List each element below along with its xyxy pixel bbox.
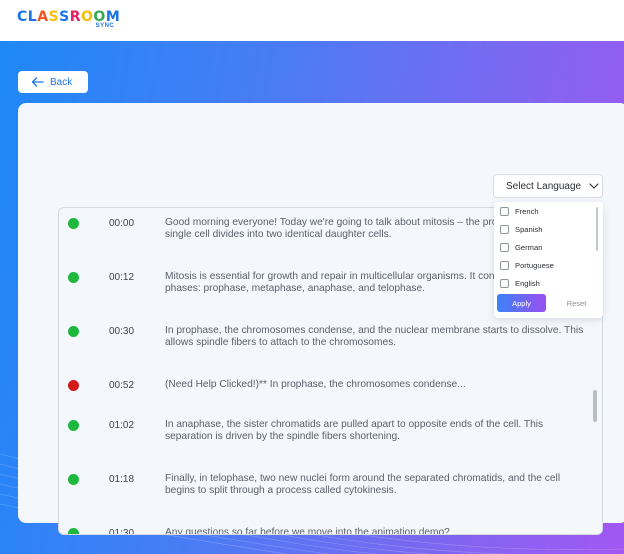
- dropdown-scrollbar[interactable]: [596, 207, 598, 251]
- language-dropdown: French Spanish German Portuguese English…: [494, 202, 603, 318]
- timestamp[interactable]: 00:30: [109, 326, 134, 337]
- transcript-text: Any questions so far before we move into…: [165, 527, 450, 535]
- language-option-german[interactable]: German: [500, 240, 542, 254]
- transcript-text: In prophase, the chromosomes condense, a…: [165, 325, 584, 348]
- language-option-english[interactable]: English: [500, 276, 540, 290]
- timestamp[interactable]: 01:02: [109, 420, 134, 431]
- transcript-scrollbar[interactable]: [593, 390, 597, 422]
- timestamp[interactable]: 01:18: [109, 474, 134, 485]
- logo-letter: L: [27, 9, 38, 25]
- option-label: Spanish: [515, 224, 543, 234]
- transcript-text: Finally, in telophase, two new nuclei fo…: [165, 473, 561, 496]
- arrow-left-icon: [31, 77, 44, 87]
- logo-letter: C: [17, 9, 28, 25]
- timestamp[interactable]: 00:00: [109, 218, 134, 229]
- language-select-label: Select Language: [506, 180, 582, 192]
- logo-letter: O: [81, 9, 94, 25]
- status-dot: [68, 326, 79, 337]
- checkbox[interactable]: [500, 242, 509, 252]
- reset-button[interactable]: Reset: [554, 294, 599, 312]
- need-help-status-dot: [68, 380, 79, 391]
- transcript-text: (Need Help Clicked!)** In prophase, the …: [165, 379, 466, 390]
- checkbox[interactable]: [500, 260, 509, 270]
- main-panel: Select Language 00:00 Good morning everyo…: [18, 103, 624, 535]
- checkbox[interactable]: [500, 206, 509, 216]
- option-label: English: [515, 278, 540, 288]
- back-button[interactable]: Back: [18, 71, 88, 93]
- back-button-label: Back: [50, 76, 73, 88]
- chevron-down-icon: [589, 183, 599, 189]
- logo-letter: O: [93, 9, 106, 25]
- logo-letter: S: [59, 9, 70, 25]
- top-bar: CLASSROOM SYNC: [0, 0, 624, 41]
- language-option-portuguese[interactable]: Portuguese: [500, 258, 554, 272]
- checkbox[interactable]: [500, 278, 509, 288]
- option-label: German: [515, 242, 543, 252]
- status-dot: [68, 420, 79, 431]
- logo-letter: M: [105, 9, 121, 25]
- status-dot: [68, 272, 79, 283]
- apply-button[interactable]: Apply: [497, 294, 546, 312]
- checkbox[interactable]: [500, 224, 509, 234]
- classroom-sync-logo[interactable]: CLASSROOM SYNC: [17, 10, 120, 29]
- logo-wordmark: CLASSROOM: [17, 10, 120, 24]
- logo-letter: A: [37, 9, 49, 25]
- language-select[interactable]: Select Language: [493, 174, 603, 198]
- option-label: French: [515, 206, 539, 216]
- status-dot: [68, 474, 79, 485]
- timestamp[interactable]: 00:12: [109, 272, 134, 283]
- option-label: Portuguese: [515, 260, 554, 270]
- logo-letter: R: [69, 9, 82, 25]
- timestamp[interactable]: 01:30: [109, 528, 134, 534]
- logo-letter: S: [48, 9, 60, 25]
- language-option-french[interactable]: French: [500, 204, 539, 218]
- hero-background: Back Select Language 00:00 Good morning e…: [0, 41, 624, 554]
- language-option-spanish[interactable]: Spanish: [500, 222, 542, 236]
- transcript-text: In anaphase, the sister chromatids are p…: [165, 419, 544, 442]
- status-dot: [68, 218, 79, 229]
- status-dot: [68, 528, 79, 534]
- timestamp[interactable]: 00:52: [109, 380, 134, 391]
- logo-sub: SYNC: [95, 23, 115, 29]
